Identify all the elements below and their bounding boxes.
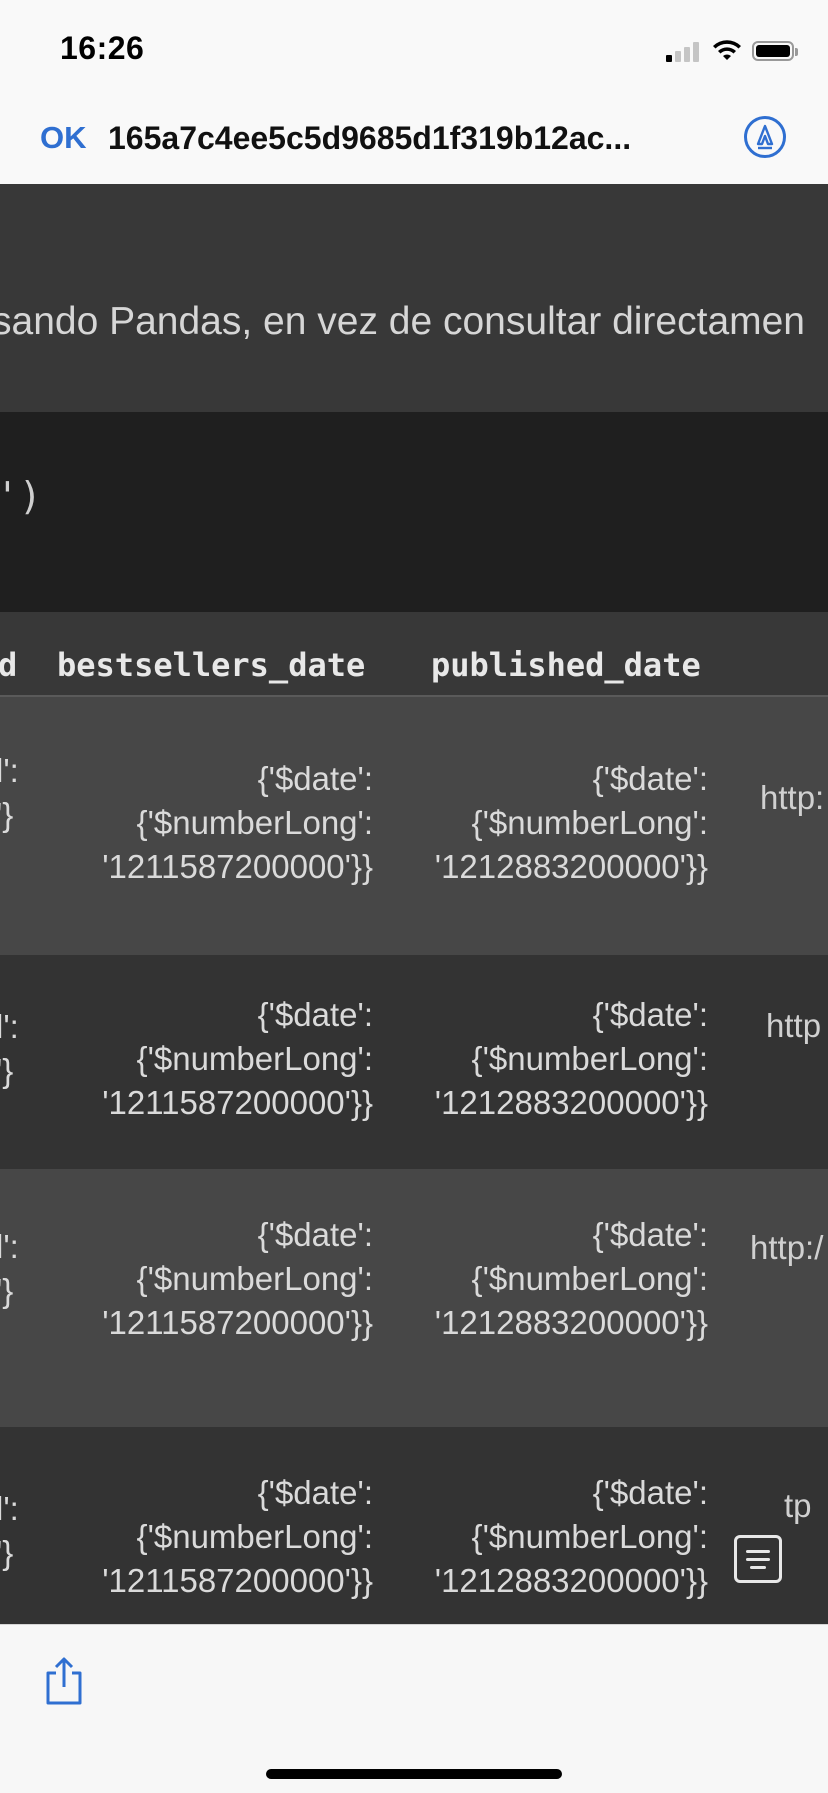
status-bar: 16:26	[0, 0, 828, 94]
cell-fragment-left: l':	[0, 1228, 19, 1265]
bestsellers-date-cell: {'$date': {'$numberLong': '1211587200000…	[102, 760, 373, 885]
share-icon[interactable]	[42, 1655, 86, 1707]
cell-fragment-left: '}	[0, 1052, 14, 1089]
cell-fragment-left: '}	[0, 796, 14, 833]
table-row: l': '} {'$date': {'$numberLong': '121158…	[0, 697, 828, 955]
wifi-icon	[713, 40, 741, 60]
bestsellers-date-cell: {'$date': {'$numberLong': '1211587200000…	[102, 1216, 373, 1341]
column-header-bestsellers-date: bestsellers_date	[57, 646, 366, 684]
document-content[interactable]: sando Pandas, en vez de consultar direct…	[0, 184, 828, 1624]
bottom-toolbar	[0, 1624, 828, 1793]
status-icons	[666, 36, 798, 66]
cell-fragment-left: '}	[0, 1534, 14, 1571]
url-cell-fragment: http:	[760, 779, 825, 816]
markup-pen-icon[interactable]	[744, 116, 786, 158]
table-row: l': '} {'$date': {'$numberLong': '121158…	[0, 1169, 828, 1427]
table-header: d bestsellers_date published_date	[0, 612, 828, 697]
table-row: l': '} {'$date': {'$numberLong': '121158…	[0, 1427, 828, 1624]
code-cell: ')	[0, 412, 828, 612]
document-title: 165a7c4ee5c5d9685d1f319b12ac...	[108, 120, 632, 156]
bestsellers-date-cell: {'$date': {'$numberLong': '1211587200000…	[102, 996, 373, 1121]
table-row: l': '} {'$date': {'$numberLong': '121158…	[0, 955, 828, 1169]
published-date-cell: {'$date': {'$numberLong': '1212883200000…	[434, 1216, 708, 1341]
battery-icon	[752, 41, 798, 61]
nav-bar: OK 165a7c4ee5c5d9685d1f319b12ac...	[0, 94, 828, 185]
live-text-icon[interactable]	[734, 1535, 782, 1583]
url-cell-fragment: http:/	[750, 1229, 824, 1266]
markdown-cell: sando Pandas, en vez de consultar direct…	[0, 184, 828, 412]
published-date-cell: {'$date': {'$numberLong': '1212883200000…	[434, 996, 708, 1121]
bestsellers-date-cell: {'$date': {'$numberLong': '1211587200000…	[102, 1474, 373, 1599]
cell-fragment-left: l':	[0, 1008, 19, 1045]
column-header-partial: d	[0, 646, 18, 684]
cell-fragment-left: l':	[0, 752, 19, 789]
code-text: ')	[0, 474, 42, 518]
status-time: 16:26	[60, 30, 145, 66]
home-indicator	[266, 1769, 562, 1779]
published-date-cell: {'$date': {'$numberLong': '1212883200000…	[434, 1474, 708, 1599]
markdown-text: sando Pandas, en vez de consultar direct…	[0, 300, 806, 343]
cell-fragment-left: '}	[0, 1272, 14, 1309]
ok-button[interactable]: OK	[40, 120, 87, 156]
published-date-cell: {'$date': {'$numberLong': '1212883200000…	[434, 760, 708, 885]
column-header-published-date: published_date	[431, 646, 701, 684]
cellular-signal-icon	[666, 40, 702, 62]
url-cell-fragment: tp	[784, 1487, 812, 1524]
cell-fragment-left: l':	[0, 1490, 19, 1527]
url-cell-fragment: http	[766, 1007, 822, 1044]
